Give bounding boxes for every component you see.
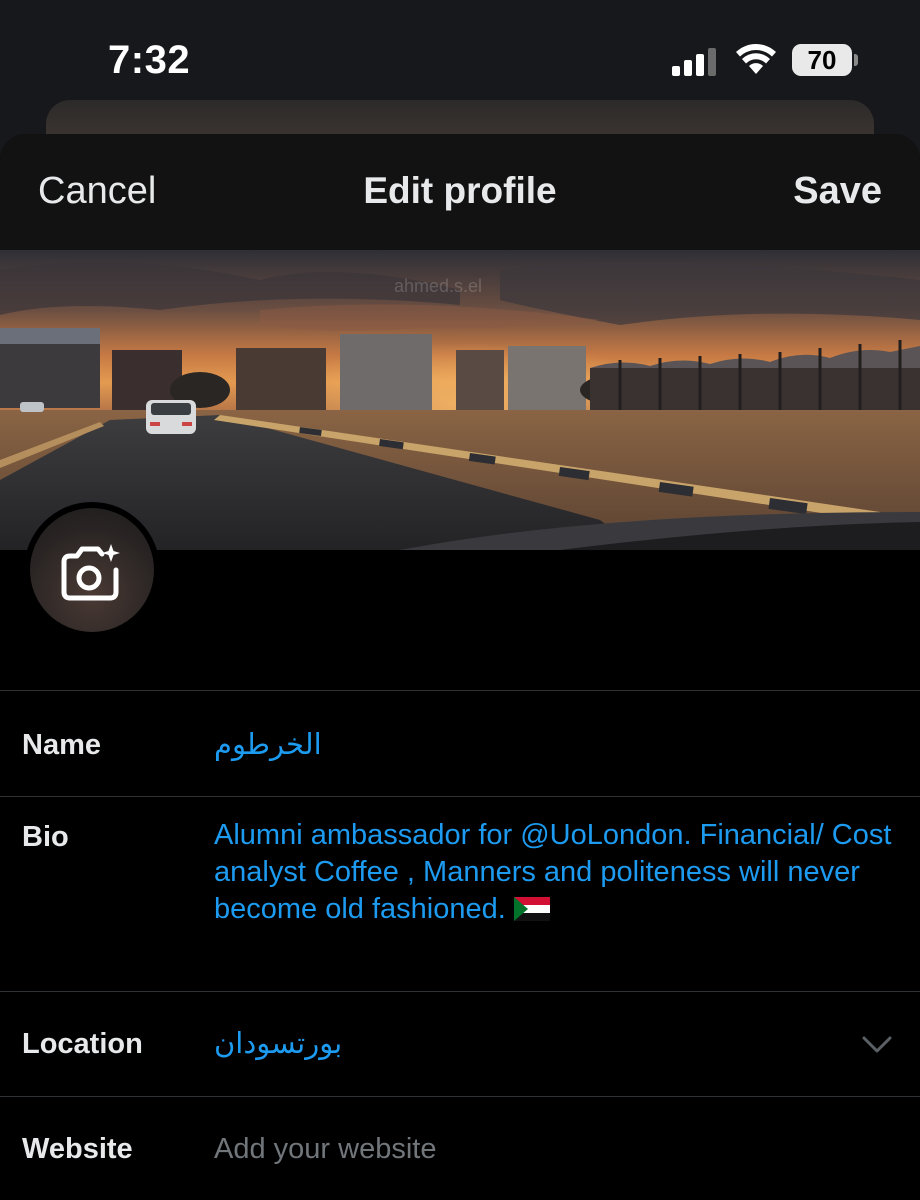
name-row[interactable]: Name الخرطوم	[0, 691, 920, 796]
website-row[interactable]: Website Add your website	[0, 1097, 920, 1200]
name-field[interactable]: الخرطوم	[214, 727, 322, 762]
add-photo-camera-icon	[61, 544, 120, 601]
sudan-flag-icon	[513, 897, 550, 921]
bio-row[interactable]: Bio Alumni ambassador for @UoLondon. Fin…	[0, 797, 920, 991]
location-field[interactable]: بورتسودان	[214, 1026, 342, 1061]
location-row[interactable]: Location بورتسودان	[0, 992, 920, 1096]
header-photo-illustration: ahmed.s.el	[0, 250, 920, 550]
chevron-down-icon[interactable]	[862, 1036, 892, 1054]
screen: 7:32 70 Cancel Edit profile Save ahmed.s…	[0, 0, 920, 1200]
watermark-text: ahmed.s.el	[394, 276, 482, 296]
name-label: Name	[22, 729, 101, 761]
location-label: Location	[22, 1028, 143, 1060]
edit-profile-modal: Cancel Edit profile Save ahmed.s.el Name…	[0, 134, 920, 1200]
bio-label: Bio	[22, 821, 69, 853]
cancel-button[interactable]: Cancel	[38, 170, 156, 213]
wifi-icon	[736, 44, 776, 74]
nav-bar: Cancel Edit profile Save	[0, 134, 920, 250]
battery-cap	[854, 54, 858, 66]
save-button[interactable]: Save	[793, 170, 882, 213]
avatar[interactable]	[24, 502, 160, 638]
header-image[interactable]: ahmed.s.el	[0, 250, 920, 550]
battery-level: 70	[807, 45, 837, 75]
bio-text: Alumni ambassador for @UoLondon. Financi…	[214, 819, 892, 925]
website-field[interactable]: Add your website	[214, 1133, 436, 1166]
website-label: Website	[22, 1133, 133, 1165]
bio-field[interactable]: Alumni ambassador for @UoLondon. Financi…	[214, 817, 894, 928]
cellular-signal-icon	[672, 48, 716, 76]
status-time: 7:32	[108, 38, 191, 82]
profile-form: Name الخرطوم Bio Alumni ambassador for @…	[0, 690, 920, 1200]
battery-icon: 70	[792, 44, 858, 78]
